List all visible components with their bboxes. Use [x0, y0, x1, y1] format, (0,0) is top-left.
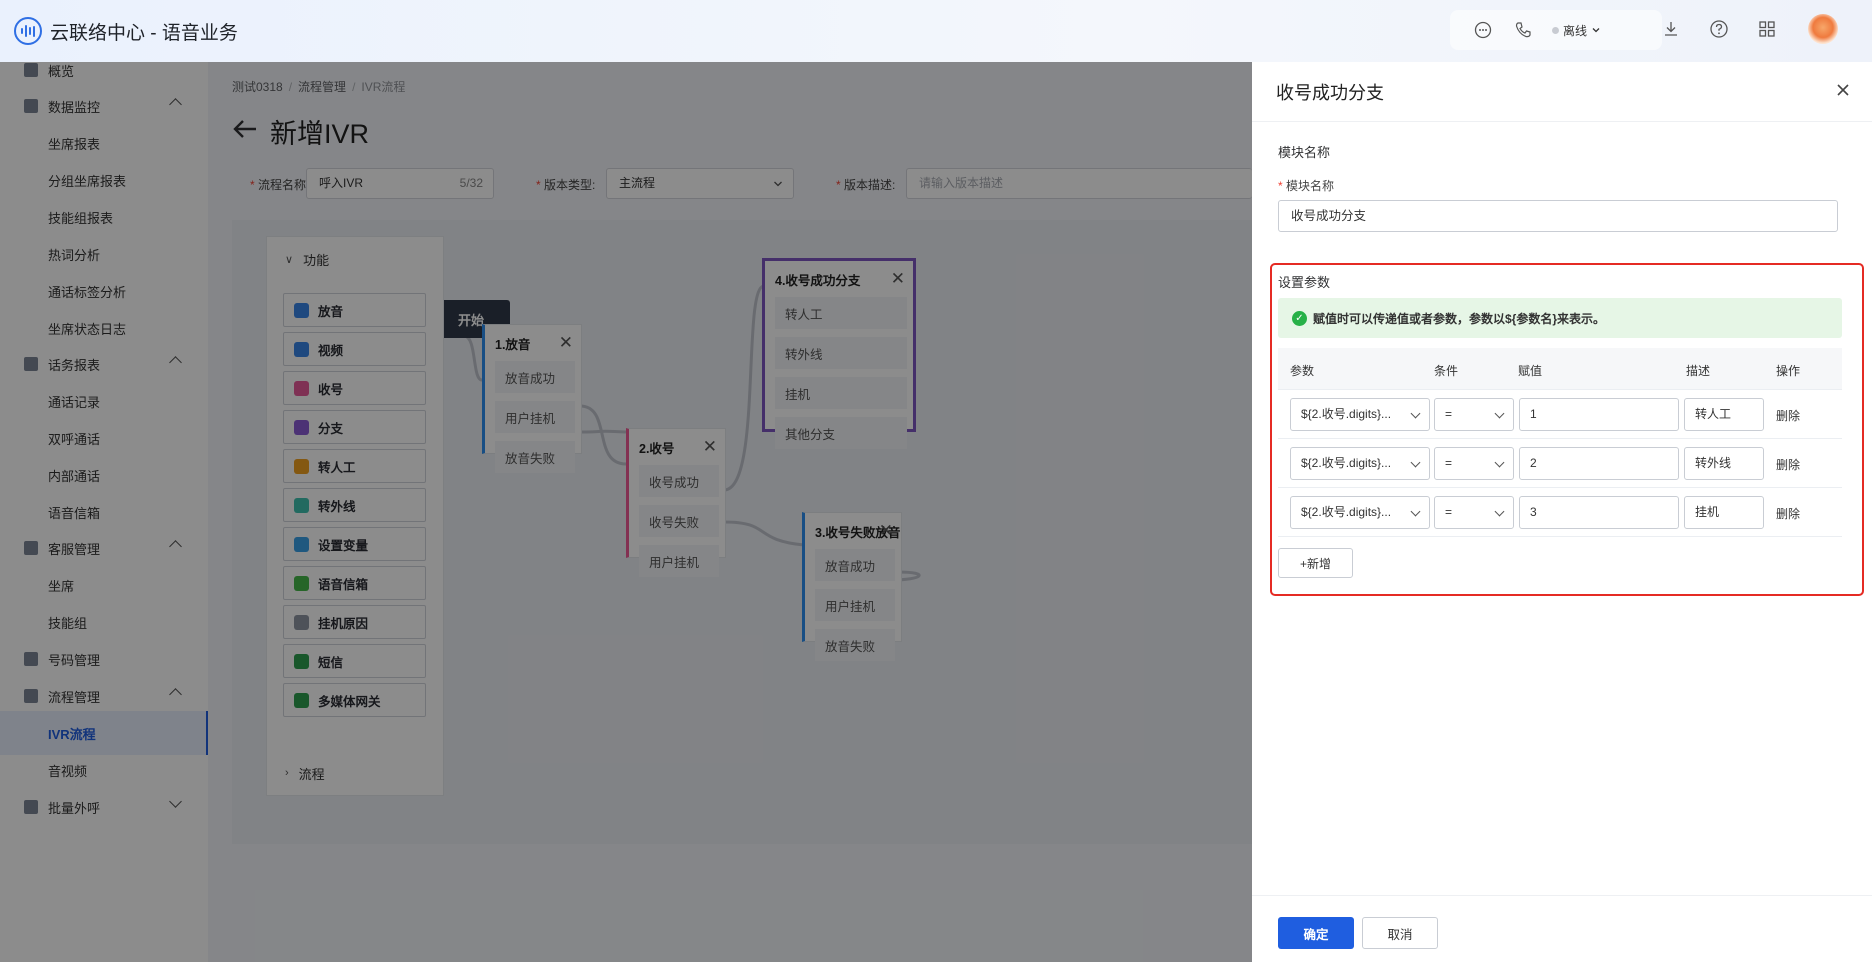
drawer-footer: 确定 取消 — [1252, 895, 1872, 962]
column-header: 操作 — [1776, 364, 1801, 378]
module-section-title: 模块名称 — [1278, 145, 1331, 160]
column-header: 参数 — [1290, 364, 1315, 378]
add-row-button[interactable]: +新增 — [1278, 548, 1353, 578]
modal-overlay[interactable] — [0, 62, 1252, 962]
alert-text: 赋值时可以传递值或者参数，参数以${参数名}来表示。 — [1313, 311, 1606, 326]
condition-select[interactable]: = — [1434, 496, 1514, 529]
condition-select[interactable]: = — [1434, 447, 1514, 480]
user-avatar[interactable] — [1808, 14, 1838, 44]
confirm-button[interactable]: 确定 — [1278, 917, 1354, 949]
column-header: 赋值 — [1518, 364, 1543, 378]
table-row: ${2.收号.digits}... = 3 挂机 删除 — [1278, 488, 1842, 537]
column-header: 描述 — [1686, 364, 1711, 378]
module-name-label: * 模块名称 — [1278, 179, 1335, 193]
params-table-header: 参数 条件 赋值 描述 操作 — [1278, 348, 1842, 390]
param-select[interactable]: ${2.收号.digits}... — [1290, 398, 1430, 431]
value-input[interactable]: 1 — [1519, 398, 1679, 431]
close-icon[interactable] — [1836, 80, 1850, 100]
app-title: 云联络中心 - 语音业务 — [50, 22, 238, 44]
description-input[interactable]: 挂机 — [1684, 496, 1764, 529]
download-icon[interactable] — [1660, 18, 1682, 40]
value-input[interactable]: 2 — [1519, 447, 1679, 480]
agent-status-dropdown[interactable]: 离线 — [1552, 22, 1601, 39]
app-logo: 云联络中心 - 语音业务 — [14, 17, 238, 45]
voice-logo-icon — [14, 17, 42, 45]
param-select[interactable]: ${2.收号.digits}... — [1290, 496, 1430, 529]
top-tools: 离线 — [1450, 10, 1662, 50]
help-icon[interactable] — [1708, 18, 1730, 40]
table-row: ${2.收号.digits}... = 1 转人工 删除 — [1278, 390, 1842, 439]
apps-grid-icon[interactable] — [1756, 18, 1778, 40]
table-row: ${2.收号.digits}... = 2 转外线 删除 — [1278, 439, 1842, 488]
value-input[interactable]: 3 — [1519, 496, 1679, 529]
chevron-down-icon — [1494, 506, 1505, 517]
condition-select[interactable]: = — [1434, 398, 1514, 431]
chevron-down-icon — [1494, 457, 1505, 468]
module-name-input[interactable]: 收号成功分支 — [1278, 200, 1838, 232]
status-label: 离线 — [1563, 23, 1588, 38]
drawer-header: 收号成功分支 — [1252, 62, 1872, 122]
top-right-tools — [1660, 14, 1838, 44]
column-header: 条件 — [1434, 364, 1459, 378]
drawer-title: 收号成功分支 — [1276, 82, 1384, 103]
chevron-down-icon — [1410, 506, 1421, 517]
params-section-title: 设置参数 — [1278, 275, 1331, 290]
chevron-down-icon — [1410, 408, 1421, 419]
chevron-down-icon — [1592, 28, 1600, 33]
description-input[interactable]: 转人工 — [1684, 398, 1764, 431]
param-select[interactable]: ${2.收号.digits}... — [1290, 447, 1430, 480]
info-alert: ✓ 赋值时可以传递值或者参数，参数以${参数名}来表示。 — [1278, 298, 1842, 338]
chevron-down-icon — [1410, 457, 1421, 468]
check-circle-icon: ✓ — [1292, 310, 1307, 326]
delete-row-link[interactable]: 删除 — [1776, 407, 1800, 424]
status-dot — [1552, 26, 1559, 34]
delete-row-link[interactable]: 删除 — [1776, 456, 1800, 473]
cancel-button[interactable]: 取消 — [1362, 917, 1438, 949]
chevron-down-icon — [1494, 408, 1505, 419]
description-input[interactable]: 转外线 — [1684, 447, 1764, 480]
delete-row-link[interactable]: 删除 — [1776, 505, 1800, 522]
chat-icon[interactable] — [1472, 19, 1494, 41]
phone-icon[interactable] — [1512, 19, 1534, 41]
